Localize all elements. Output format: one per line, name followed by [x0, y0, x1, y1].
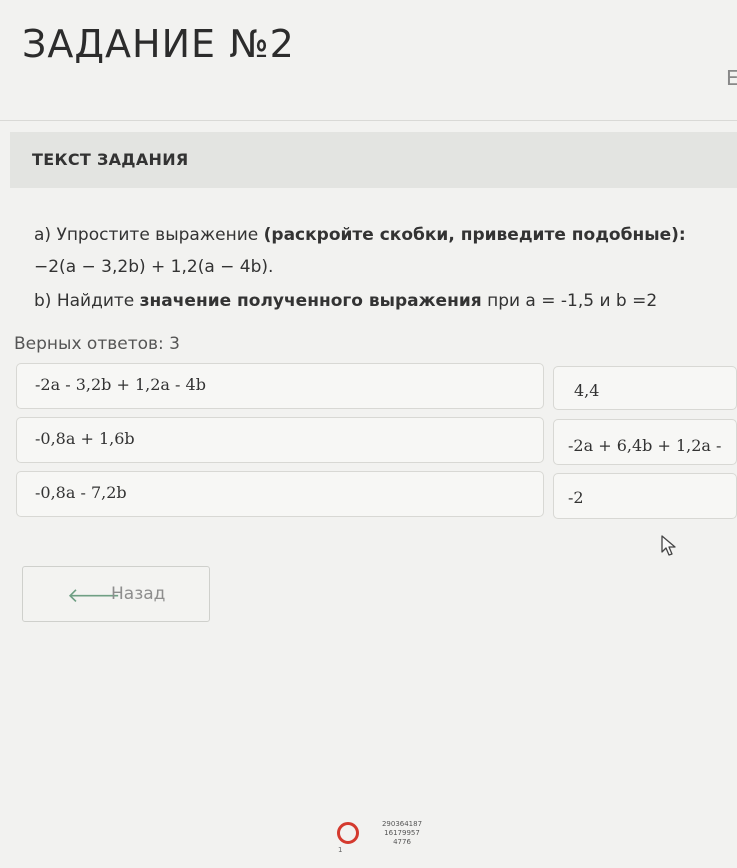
- record-indicator-icon: [337, 822, 359, 844]
- task-expression: −2(a − 3,2b) + 1,2(a − 4b).: [34, 257, 274, 277]
- task-line-b: b) Найдите значение полученного выражени…: [34, 290, 734, 313]
- task-line-a: a) Упростите выражение (раскройте скобки…: [34, 224, 734, 247]
- back-button-label: Назад: [111, 584, 166, 604]
- back-button[interactable]: 🡐 Назад: [22, 566, 210, 622]
- answer-right-2[interactable]: -2a + 6,4b + 1,2a -: [553, 419, 737, 465]
- answer-right-1[interactable]: 4,4: [553, 366, 737, 410]
- answer-text: -0,8a - 7,2b: [35, 483, 127, 502]
- task-b-prefix: b) Найдите: [34, 291, 140, 311]
- footer-info: 290364187 16179957 4776: [372, 820, 432, 847]
- footer-info-line: 4776: [393, 838, 411, 847]
- task-a-prefix: a) Упростите выражение: [34, 225, 264, 245]
- answer-text: -2: [568, 488, 584, 507]
- footer-info-line: 290364187: [381, 820, 423, 828]
- header-divider: [0, 120, 737, 121]
- answer-left-1[interactable]: -2a - 3,2b + 1,2a - 4b: [16, 363, 544, 409]
- footer-page-number: 1: [338, 846, 343, 854]
- section-title: ТЕКСТ ЗАДАНИЯ: [32, 150, 189, 169]
- answer-right-3[interactable]: -2: [553, 473, 737, 519]
- correct-answers-count: Верных ответов: 3: [14, 334, 180, 354]
- answer-text: -0,8a + 1,6b: [35, 429, 135, 448]
- answer-text: -2a + 6,4b + 1,2a -: [568, 436, 722, 455]
- answer-text: -2a - 3,2b + 1,2a - 4b: [35, 375, 206, 394]
- task-b-bold: значение полученного выражения: [139, 291, 482, 311]
- task-a-bold: (раскройте скобки, приведите подобные):: [263, 225, 686, 245]
- answer-text: 4,4: [574, 381, 600, 400]
- task-section-header: ТЕКСТ ЗАДАНИЯ: [10, 132, 737, 188]
- page-title: ЗАДАНИЕ №2: [22, 22, 295, 66]
- header-right-letter: Е: [726, 66, 737, 90]
- footer-info-line: 16179957: [384, 829, 420, 838]
- answer-left-3[interactable]: -0,8a - 7,2b: [16, 471, 544, 517]
- task-b-suffix: при a = -1,5 и b =2: [481, 291, 658, 311]
- answer-left-2[interactable]: -0,8a + 1,6b: [16, 417, 544, 463]
- mouse-cursor-icon: [661, 535, 676, 556]
